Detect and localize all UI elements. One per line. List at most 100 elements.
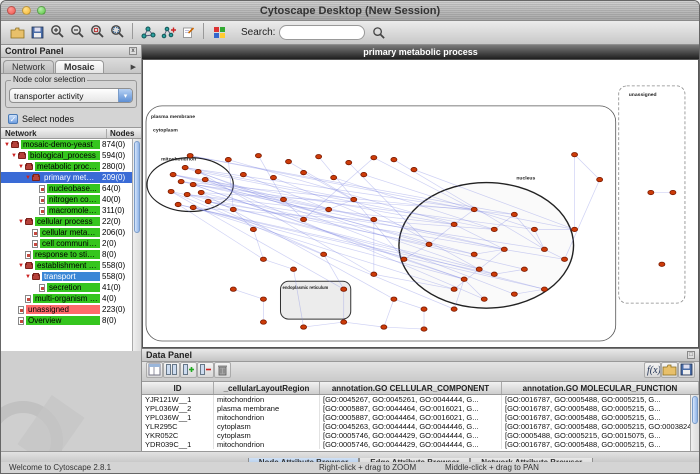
tree-column-nodes[interactable]: Nodes bbox=[107, 129, 141, 138]
network-node[interactable] bbox=[270, 175, 276, 179]
clear-table-icon[interactable] bbox=[214, 362, 231, 378]
tab-scroll-right-icon[interactable]: ▶ bbox=[128, 61, 139, 73]
network-node[interactable] bbox=[541, 247, 547, 251]
tree-row[interactable]: nucleobase...64(0) bbox=[1, 183, 132, 194]
network-node[interactable] bbox=[401, 257, 407, 261]
network-node[interactable] bbox=[501, 247, 507, 251]
network-node[interactable] bbox=[178, 179, 184, 183]
column-header-id[interactable]: ID bbox=[142, 382, 214, 394]
network-node[interactable] bbox=[572, 227, 578, 231]
tree-row[interactable]: unassigned223(0) bbox=[1, 304, 132, 315]
select-nodes-checkbox[interactable]: ✓ bbox=[8, 114, 18, 124]
network-node[interactable] bbox=[187, 153, 193, 157]
network-node[interactable] bbox=[381, 325, 387, 329]
tree-column-network[interactable]: Network bbox=[1, 129, 107, 138]
network-node[interactable] bbox=[562, 257, 568, 261]
open-session-icon[interactable] bbox=[7, 22, 27, 42]
network-node[interactable] bbox=[230, 207, 236, 211]
tree-row[interactable]: ▼metabolic process280(0) bbox=[1, 161, 132, 172]
network-node[interactable] bbox=[202, 177, 208, 181]
annotation-icon[interactable] bbox=[178, 22, 198, 42]
delete-attribute-icon[interactable] bbox=[197, 362, 214, 378]
network-node[interactable] bbox=[326, 207, 332, 211]
network-node[interactable] bbox=[331, 175, 337, 179]
tree-row[interactable]: ▼biological_process594(0) bbox=[1, 150, 132, 161]
network-node[interactable] bbox=[301, 217, 307, 221]
destroy-network-icon[interactable] bbox=[138, 22, 158, 42]
expander-icon[interactable]: ▼ bbox=[10, 153, 18, 159]
network-node[interactable] bbox=[280, 197, 286, 201]
tab-network[interactable]: Network bbox=[3, 60, 54, 73]
tree-row[interactable]: macromolecule...311(0) bbox=[1, 205, 132, 216]
network-node[interactable] bbox=[195, 169, 201, 173]
network-node[interactable] bbox=[648, 190, 654, 194]
network-node[interactable] bbox=[659, 262, 665, 266]
export-attributes-icon[interactable] bbox=[678, 362, 695, 378]
network-node[interactable] bbox=[321, 252, 327, 256]
tree-row[interactable]: ▼transport558(0) bbox=[1, 271, 132, 282]
network-node[interactable] bbox=[491, 272, 497, 276]
network-node[interactable] bbox=[260, 257, 266, 261]
expander-icon[interactable]: ▼ bbox=[17, 219, 25, 225]
table-row[interactable]: YDR039C__1mitochondrion[GO:0005746, GO:0… bbox=[142, 440, 699, 449]
network-node[interactable] bbox=[260, 297, 266, 301]
network-node[interactable] bbox=[260, 320, 266, 324]
create-attribute-icon[interactable] bbox=[180, 362, 197, 378]
network-edge[interactable] bbox=[263, 259, 293, 269]
network-node[interactable] bbox=[511, 212, 517, 216]
network-node[interactable] bbox=[190, 205, 196, 209]
expander-icon[interactable]: ▼ bbox=[17, 263, 25, 269]
save-session-icon[interactable] bbox=[27, 22, 47, 42]
search-go-icon[interactable] bbox=[369, 23, 389, 43]
network-view-title[interactable]: primary metabolic process bbox=[142, 45, 699, 59]
table-scrollbar[interactable] bbox=[690, 395, 699, 451]
select-attributes-icon[interactable] bbox=[163, 362, 180, 378]
expander-icon[interactable]: ▼ bbox=[3, 142, 11, 148]
tree-row[interactable]: response to stimu...8(0) bbox=[1, 249, 132, 260]
zoom-selected-region-icon[interactable] bbox=[87, 21, 107, 41]
network-node[interactable] bbox=[461, 277, 467, 281]
network-node[interactable] bbox=[511, 292, 517, 296]
network-edge[interactable] bbox=[304, 322, 344, 327]
network-node[interactable] bbox=[451, 287, 457, 291]
network-node[interactable] bbox=[481, 297, 487, 301]
network-edge[interactable] bbox=[205, 180, 429, 245]
zoom-fit-content-icon[interactable] bbox=[107, 21, 127, 41]
network-node[interactable] bbox=[291, 267, 297, 271]
network-node[interactable] bbox=[521, 267, 527, 271]
network-node[interactable] bbox=[351, 197, 357, 201]
network-node[interactable] bbox=[371, 272, 377, 276]
column-header-cellular-component[interactable]: annotation.GO CELLULAR_COMPONENT bbox=[320, 382, 502, 394]
network-node[interactable] bbox=[371, 155, 377, 159]
zoom-in-icon[interactable] bbox=[47, 21, 67, 41]
network-node[interactable] bbox=[230, 287, 236, 291]
network-node[interactable] bbox=[205, 199, 211, 203]
network-node[interactable] bbox=[346, 160, 352, 164]
close-panel-icon[interactable]: x bbox=[129, 47, 137, 55]
network-node[interactable] bbox=[391, 297, 397, 301]
table-row[interactable]: YJR121W__1mitochondrion[GO:0045267, GO:0… bbox=[142, 395, 699, 404]
network-edge[interactable] bbox=[253, 229, 263, 259]
table-row[interactable]: YKR052Ccytoplasm[GO:0005746, GO:0044429,… bbox=[142, 431, 699, 440]
tab-mosaic[interactable]: Mosaic bbox=[55, 60, 104, 73]
network-node[interactable] bbox=[170, 172, 176, 176]
tree-row[interactable]: cellular metabo...206(0) bbox=[1, 227, 132, 238]
network-node[interactable] bbox=[476, 267, 482, 271]
network-edge[interactable] bbox=[233, 289, 263, 299]
tree-row[interactable]: ▼mosaic-demo-yeast874(0) bbox=[1, 139, 132, 150]
create-network-from-selection-icon[interactable] bbox=[158, 22, 178, 42]
network-node[interactable] bbox=[301, 170, 307, 174]
network-edge[interactable] bbox=[575, 155, 600, 180]
network-edge[interactable] bbox=[344, 322, 384, 327]
tree-row[interactable]: secretion41(0) bbox=[1, 282, 132, 293]
import-attributes-icon[interactable] bbox=[661, 362, 678, 378]
network-edge[interactable] bbox=[384, 327, 424, 329]
network-node[interactable] bbox=[451, 222, 457, 226]
tree-row[interactable]: ▼establishment of lo...558(0) bbox=[1, 260, 132, 271]
network-node[interactable] bbox=[341, 287, 347, 291]
tree-row[interactable]: ▼primary metab...209(0) bbox=[1, 172, 132, 183]
network-node[interactable] bbox=[572, 152, 578, 156]
column-header-region[interactable]: _cellularLayoutRegion bbox=[214, 382, 320, 394]
network-node[interactable] bbox=[255, 153, 261, 157]
network-node[interactable] bbox=[250, 227, 256, 231]
